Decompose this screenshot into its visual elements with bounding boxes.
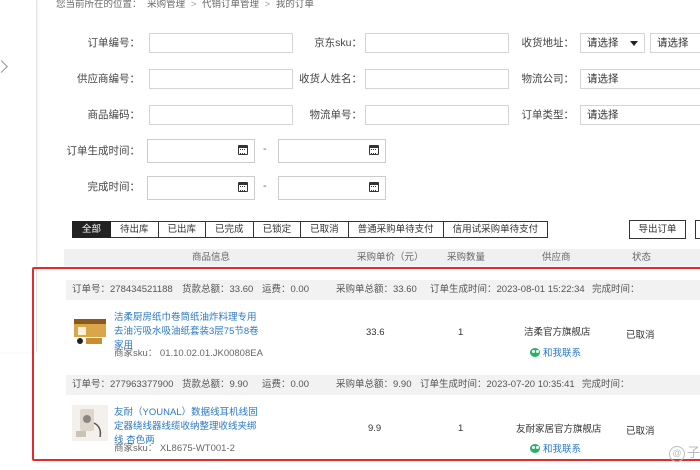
goods-total: 货款总额：33.60: [182, 284, 254, 295]
product-image[interactable]: [72, 405, 108, 441]
date-range-separator: -: [263, 143, 267, 155]
breadcrumb-item-purchase[interactable]: 采购管理: [147, 0, 185, 10]
logistics-no-input[interactable]: [365, 105, 509, 125]
tab-pending-outbound[interactable]: 待出库: [111, 221, 159, 238]
breadcrumb-separator: >: [190, 0, 197, 10]
purchase-total: 采购单总额：33.60: [336, 284, 417, 295]
tab-normal-unpaid[interactable]: 普通采购单待支付: [348, 221, 444, 238]
order-type-select[interactable]: 请选择: [580, 105, 700, 125]
order-type-label: 订单类型：: [521, 109, 575, 121]
at-sign-icon: @: [668, 446, 685, 462]
address-label: 收货地址：: [521, 37, 575, 49]
tab-completed[interactable]: 已完成: [206, 221, 254, 238]
merchant-sku: 商家sku： XL8675-WT001-2: [114, 443, 235, 454]
supplier-no-input[interactable]: [149, 69, 293, 89]
date-range-separator: -: [263, 180, 267, 192]
breadcrumb: 您当前所在的位置： 采购管理 > 代销订单管理 > 我的订单: [56, 0, 317, 12]
export-orders-button[interactable]: 导出订单: [629, 220, 686, 239]
header-product-info: 商品信息: [192, 252, 231, 263]
unit-price: 33.6: [366, 327, 385, 338]
order-no-input[interactable]: [149, 33, 293, 53]
watermark: @ 子: [668, 442, 700, 462]
supplier-name: 友耐家居官方旗舰店: [516, 424, 602, 435]
calendar-icon[interactable]: [369, 182, 379, 192]
created-time-label: 订单生成时间：: [66, 145, 141, 157]
order-completed-time: 完成时间：: [582, 379, 630, 390]
order-no-label: 订单编号：: [87, 37, 141, 49]
breadcrumb-separator: >: [264, 0, 271, 10]
receiver-name-input[interactable]: [365, 69, 509, 89]
quantity: 1: [458, 327, 464, 338]
city-select[interactable]: 请选择: [650, 33, 700, 53]
goods-code-label: 商品编码：: [87, 109, 141, 121]
breadcrumb-prefix: 您当前所在的位置：: [56, 0, 142, 10]
chevron-down-icon: [630, 41, 638, 46]
chat-icon: [530, 444, 540, 453]
goods-code-input[interactable]: [149, 105, 293, 125]
created-start-date[interactable]: [147, 139, 255, 163]
province-select[interactable]: 请选择: [580, 33, 645, 53]
logistics-company-select[interactable]: 请选择: [580, 69, 700, 89]
order-type-value: 请选择: [587, 109, 619, 121]
freight: 运费：0.00: [262, 284, 309, 295]
contact-link[interactable]: 和我联系: [530, 441, 581, 455]
main-content: 您当前所在的位置： 采购管理 > 代销订单管理 > 我的订单 订单编号： 京东s…: [32, 0, 700, 470]
header-status: 状态: [632, 252, 652, 263]
completed-time-label: 完成时间：: [87, 181, 141, 193]
city-select-value: 请选择: [657, 37, 689, 49]
freight: 运费：0.00: [262, 379, 309, 390]
supplier-no-label: 供应商编号：: [77, 73, 140, 85]
order-created-time: 订单生成时间：2023-07-20 10:35:41: [420, 379, 575, 390]
jd-sku-label: 京东sku：: [314, 37, 362, 49]
order-completed-time: 完成时间：: [592, 284, 640, 295]
tab-all[interactable]: 全部: [72, 221, 112, 238]
tab-locked[interactable]: 已锁定: [253, 221, 302, 238]
completed-start-date[interactable]: [147, 176, 255, 200]
tab-shipped[interactable]: 已出库: [158, 221, 207, 238]
merchant-sku: 商家sku： 01.10.02.01.JK00808EA: [114, 348, 263, 359]
contact-link[interactable]: 和我联系: [530, 345, 581, 359]
completed-end-date[interactable]: [278, 176, 386, 200]
order-number: 订单号：277963377900: [72, 379, 174, 390]
jd-sku-input[interactable]: [365, 33, 509, 53]
chevron-right-icon[interactable]: [0, 60, 8, 73]
calendar-icon[interactable]: [238, 145, 248, 155]
breadcrumb-item-consignment[interactable]: 代销订单管理: [202, 0, 259, 10]
status-tabs: 全部 待出库 已出库 已完成 已锁定 已取消 普通采购单待支付 信用试采购单待支…: [72, 221, 549, 238]
header-supplier: 供应商: [542, 252, 571, 263]
chat-icon: [530, 348, 540, 357]
logistics-no-label: 物流单号：: [309, 109, 363, 121]
calendar-icon[interactable]: [238, 182, 248, 192]
header-quantity: 采购数量: [447, 252, 486, 263]
tab-credit-unpaid[interactable]: 信用试采购单待支付: [443, 221, 549, 238]
order-header: 订单号：277963377900 货款总额：9.90 运费：0.00 采购单总额…: [66, 375, 700, 395]
logistics-company-value: 请选择: [587, 73, 619, 85]
created-end-date[interactable]: [278, 139, 386, 163]
province-select-value: 请选择: [587, 37, 619, 49]
quantity: 1: [458, 423, 464, 434]
watermark-text: 子: [686, 445, 700, 460]
order-number: 订单号：278434521188: [72, 284, 173, 295]
contact-label: 和我联系: [543, 444, 582, 455]
calendar-icon[interactable]: [369, 145, 379, 155]
order-created-time: 订单生成时间：2023-08-01 15:22:34: [430, 284, 585, 295]
more-button[interactable]: [695, 220, 700, 239]
header-unit-price: 采购单价（元）: [357, 252, 424, 263]
purchase-total: 采购单总额：9.90: [336, 379, 412, 390]
supplier-name: 洁柔官方旗舰店: [524, 327, 591, 338]
tab-cancelled[interactable]: 已取消: [301, 221, 349, 238]
receiver-name-label: 收货人姓名：: [299, 73, 362, 85]
breadcrumb-item-my-orders[interactable]: 我的订单: [276, 0, 314, 10]
status-text: 已取消: [626, 426, 655, 437]
unit-price: 9.9: [368, 423, 382, 434]
logistics-company-label: 物流公司：: [521, 73, 575, 85]
table-header: 商品信息 采购单价（元） 采购数量 供应商 状态: [64, 249, 700, 266]
product-image[interactable]: [72, 311, 108, 347]
order-header: 订单号：278434521188 货款总额：33.60 运费：0.00 采购单总…: [66, 280, 700, 300]
goods-total: 货款总额：9.90: [182, 379, 248, 390]
contact-label: 和我联系: [543, 348, 582, 359]
status-text: 已取消: [626, 330, 655, 341]
